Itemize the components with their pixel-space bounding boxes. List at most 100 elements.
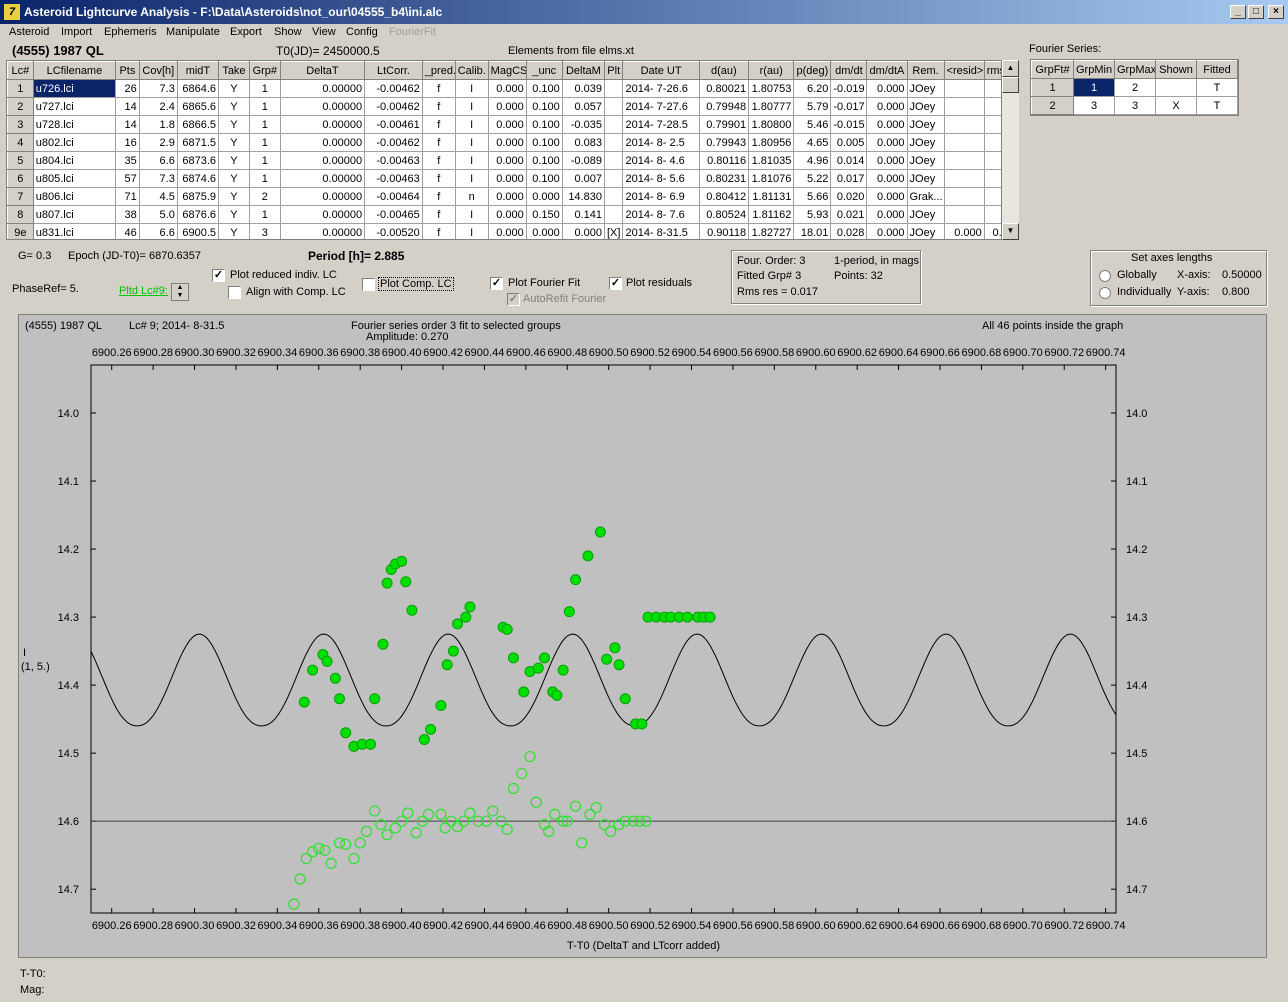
table-cell[interactable] [943,205,985,224]
table-cell[interactable]: 6 [7,169,34,188]
table-cell[interactable]: f [421,97,456,116]
table-cell[interactable]: 0.000 [487,205,527,224]
table-cell[interactable]: f [421,79,456,98]
table-cell[interactable]: 7.3 [138,79,178,98]
table-cell[interactable] [603,187,624,206]
table-cell[interactable]: 0.000 [866,223,908,239]
table-cell[interactable]: 3 [7,115,34,134]
column-header[interactable]: rms res [983,61,1001,80]
column-header[interactable]: dm/dt [830,61,868,80]
table-cell[interactable]: 0.000 [525,223,563,239]
table-cell[interactable]: JOey [906,223,945,239]
table-cell[interactable]: Y [218,187,250,206]
table-cell[interactable]: Y [218,151,250,170]
table-row[interactable]: 1 u726.lci 26 7.3 6864.6 Y 1 0.00000 -0.00462 f I 0… [7,79,1001,98]
table-cell[interactable]: 0.000 [487,115,527,134]
table-cell[interactable]: 6874.6 [176,169,220,188]
table-cell[interactable]: 6.6 [138,223,178,239]
table-cell[interactable]: 0.79943 [698,133,750,152]
table-cell[interactable]: JOey [906,97,945,116]
column-header[interactable]: Calib. [454,61,489,80]
table-cell[interactable]: 71 [115,187,140,206]
table-cell[interactable]: 3 [248,223,281,239]
table-cell[interactable]: 0.020 [830,187,868,206]
table-cell[interactable]: 8 [7,205,34,224]
table-cell[interactable]: 5.46 [793,115,832,134]
table-cell[interactable]: 2014- 8- 6.9 [622,187,700,206]
scroll-up-button[interactable]: ▲ [1002,60,1019,77]
table-cell[interactable]: Grak... [906,187,945,206]
table-cell[interactable]: 46 [115,223,140,239]
table-cell[interactable]: 2.4 [138,97,178,116]
table-cell[interactable]: 1.81035 [748,151,795,170]
table-cell[interactable] [943,151,985,170]
table-cell[interactable]: u807.lci [32,205,117,224]
table-cell[interactable] [603,79,624,98]
table-cell[interactable]: 1.81131 [748,187,795,206]
menu-export[interactable]: Export [230,26,262,38]
column-header[interactable]: _unc [525,61,563,80]
maximize-button[interactable]: □ [1248,5,1264,19]
y-axis-value[interactable]: 0.800 [1222,286,1250,298]
table-cell[interactable]: 0.00000 [279,169,366,188]
table-cell[interactable]: -0.00463 [364,151,423,170]
table-cell[interactable]: 0.100 [525,133,563,152]
table-cell[interactable]: 5.93 [793,205,832,224]
table-cell[interactable]: -0.017 [830,97,868,116]
table-cell[interactable]: I [454,97,489,116]
table-cell[interactable]: -0.089 [561,151,605,170]
table-cell[interactable] [943,97,985,116]
column-header[interactable]: LCfilename [32,61,117,80]
table-cell[interactable]: 6875.9 [176,187,220,206]
column-header[interactable]: d(au) [698,61,750,80]
fourier-cell[interactable]: 3 [1114,96,1156,115]
table-cell[interactable]: f [421,187,456,206]
menu-view[interactable]: View [312,26,336,38]
plot-area[interactable]: 6900.266900.266900.286900.286900.306900.… [19,315,1266,957]
table-cell[interactable]: u831.lci [32,223,117,239]
table-cell[interactable] [983,169,1001,188]
table-cell[interactable] [983,97,1001,116]
table-cell[interactable]: 0.000 [487,223,527,239]
table-cell[interactable]: -0.00462 [364,97,423,116]
table-cell[interactable]: 0.00000 [279,151,366,170]
table-cell[interactable]: 0.000 [487,169,527,188]
column-header[interactable]: <resid> [943,61,985,80]
table-cell[interactable]: 0.000 [866,133,908,152]
table-cell[interactable]: 1.81162 [748,205,795,224]
table-cell[interactable]: 0.100 [525,97,563,116]
table-cell[interactable]: 0.021 [830,205,868,224]
table-cell[interactable]: 0.000 [866,151,908,170]
table-cell[interactable]: [X] [603,223,624,239]
table-cell[interactable]: I [454,79,489,98]
table-cell[interactable]: Y [218,79,250,98]
table-cell[interactable]: u804.lci [32,151,117,170]
table-cell[interactable]: 0.00000 [279,79,366,98]
table-cell[interactable]: 2014- 8- 5.6 [622,169,700,188]
table-cell[interactable]: 5.0 [138,205,178,224]
close-button[interactable]: × [1268,5,1284,19]
menu-asteroid[interactable]: Asteroid [9,26,49,38]
table-cell[interactable]: 16 [115,133,140,152]
table-cell[interactable]: JOey [906,169,945,188]
table-cell[interactable]: 2 [7,97,34,116]
table-cell[interactable]: 0.80116 [698,151,750,170]
table-cell[interactable] [943,133,985,152]
table-row[interactable]: 7 u806.lci 71 4.5 6875.9 Y 2 0.00000 -0.00464 f n 0… [7,187,1001,206]
table-row[interactable]: 3 u728.lci 14 1.8 6866.5 Y 1 0.00000 -0.00461 f I 0… [7,115,1001,134]
fourier-cell[interactable] [1155,78,1197,97]
table-cell[interactable]: 0.000 [487,151,527,170]
table-cell[interactable]: 4.96 [793,151,832,170]
table-cell[interactable]: 0.79948 [698,97,750,116]
table-cell[interactable]: f [421,133,456,152]
menu-import[interactable]: Import [61,26,92,38]
table-cell[interactable]: Y [218,115,250,134]
table-cell[interactable] [983,79,1001,98]
table-cell[interactable]: 0.039 [561,79,605,98]
column-header[interactable]: Lc# [7,61,34,80]
table-cell[interactable]: 5.79 [793,97,832,116]
table-cell[interactable]: 4 [7,133,34,152]
table-cell[interactable]: 0.000 [866,97,908,116]
table-cell[interactable]: -0.015 [830,115,868,134]
table-cell[interactable]: Y [218,169,250,188]
